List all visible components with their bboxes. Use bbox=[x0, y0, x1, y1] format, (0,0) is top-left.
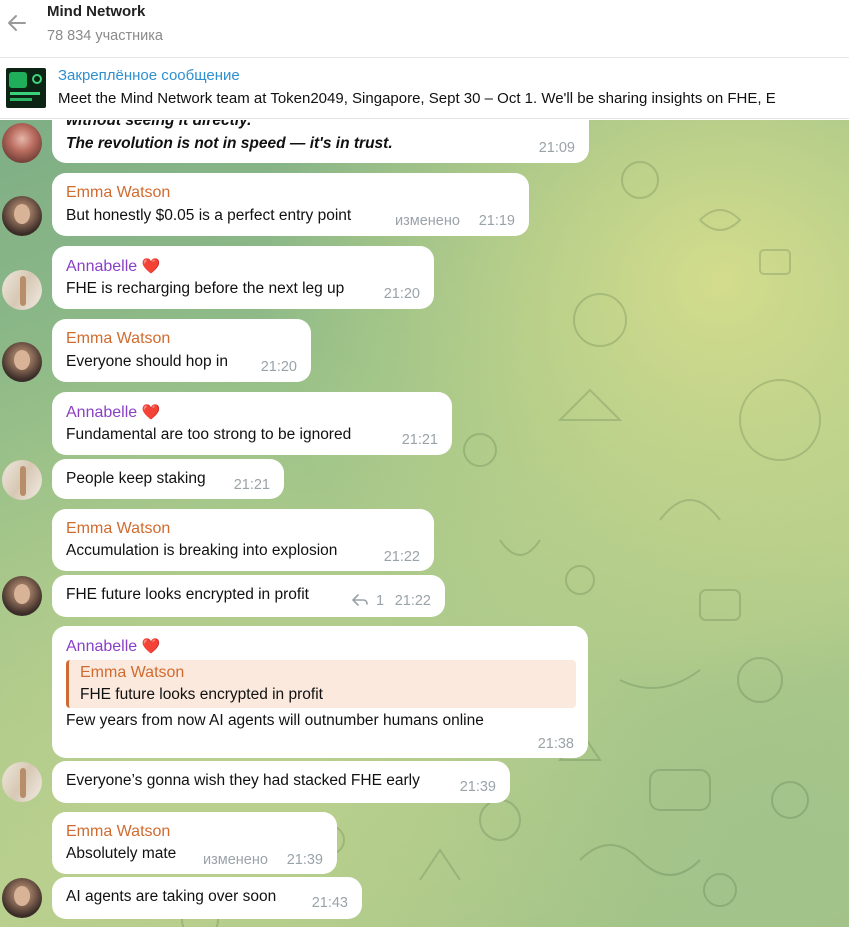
reply-count-value: 1 bbox=[376, 593, 385, 609]
message-time: 21:39 bbox=[286, 852, 323, 868]
edited-label: изменено bbox=[203, 852, 268, 868]
chat-header: Mind Network 78 834 участника bbox=[0, 0, 849, 58]
sender-name[interactable]: Annabelle ❤️ bbox=[66, 257, 160, 276]
reply-count[interactable]: 1 bbox=[352, 593, 384, 609]
reply-icon bbox=[352, 594, 368, 606]
message-text: But honestly $0.05 is a perfect entry po… bbox=[66, 207, 352, 224]
message-bubble[interactable]: Emma Watson Absolutely mate изменено 21:… bbox=[52, 812, 337, 874]
avatar[interactable] bbox=[2, 576, 42, 616]
avatar[interactable] bbox=[2, 270, 42, 310]
message-text: AI agents are taking over soon bbox=[66, 888, 277, 905]
back-button[interactable] bbox=[4, 10, 30, 36]
sender-name[interactable]: Emma Watson bbox=[66, 823, 170, 841]
message-text: People keep staking bbox=[66, 470, 206, 487]
message-text: Everyone should hop in bbox=[66, 353, 229, 370]
message-text: The revolution is not in speed — it's in… bbox=[66, 135, 393, 152]
sender-name-text: Annabelle bbox=[66, 258, 138, 275]
message-bubble[interactable]: without seeing it directly. The revoluti… bbox=[52, 120, 589, 163]
message-text: Absolutely mate bbox=[66, 845, 177, 862]
message-bubble[interactable]: Everyone’s gonna wish they had stacked F… bbox=[52, 761, 510, 803]
pinned-thumbnail bbox=[6, 68, 46, 108]
sender-name-text: Annabelle bbox=[66, 638, 138, 655]
pinned-title: Закреплённое сообщение bbox=[58, 67, 240, 84]
message-bubble[interactable]: Emma Watson But honestly $0.05 is a perf… bbox=[52, 173, 529, 236]
quoted-text: FHE future looks encrypted in profit bbox=[80, 686, 323, 703]
message-text: Fundamental are too strong to be ignored bbox=[66, 426, 352, 443]
message-bubble[interactable]: FHE future looks encrypted in profit 1 2… bbox=[52, 575, 445, 617]
message-text: without seeing it directly. bbox=[66, 120, 252, 129]
message-bubble[interactable]: Annabelle ❤️ Emma Watson FHE future look… bbox=[52, 626, 588, 758]
message-text: Everyone’s gonna wish they had stacked F… bbox=[66, 772, 420, 789]
message-text: FHE future looks encrypted in profit bbox=[66, 586, 309, 603]
pinned-message-bar[interactable]: Закреплённое сообщение Meet the Mind Net… bbox=[0, 59, 849, 119]
member-count: 78 834 участника bbox=[47, 28, 163, 44]
message-time: 21:38 bbox=[537, 736, 574, 752]
quoted-sender: Emma Watson bbox=[80, 664, 185, 681]
heart-icon: ❤️ bbox=[141, 258, 161, 275]
message-text: Accumulation is breaking into explosion bbox=[66, 542, 338, 559]
heart-icon: ❤️ bbox=[141, 638, 161, 655]
message-time: 21:39 bbox=[459, 779, 496, 795]
message-time: 21:21 bbox=[401, 432, 438, 448]
avatar[interactable] bbox=[2, 762, 42, 802]
avatar[interactable] bbox=[2, 878, 42, 918]
message-time: 21:20 bbox=[383, 286, 420, 302]
chat-title[interactable]: Mind Network bbox=[47, 3, 145, 20]
message-time: 21:19 bbox=[478, 213, 515, 229]
message-list[interactable]: without seeing it directly. The revoluti… bbox=[0, 120, 849, 927]
arrow-left-icon bbox=[8, 15, 26, 31]
message-time: 21:21 bbox=[233, 477, 270, 493]
edited-label: изменено bbox=[395, 213, 460, 229]
avatar[interactable] bbox=[2, 123, 42, 163]
sender-name[interactable]: Annabelle ❤️ bbox=[66, 403, 160, 422]
message-text: Few years from now AI agents will outnum… bbox=[66, 712, 484, 729]
sender-name[interactable]: Emma Watson bbox=[66, 330, 170, 348]
message-time: 21:09 bbox=[538, 140, 575, 156]
message-bubble[interactable]: Annabelle ❤️ FHE is recharging before th… bbox=[52, 246, 434, 309]
message-time: 21:22 bbox=[383, 549, 420, 565]
message-time: 21:43 bbox=[311, 895, 348, 911]
sender-name[interactable]: Emma Watson bbox=[66, 184, 170, 202]
sender-name[interactable]: Emma Watson bbox=[66, 520, 170, 538]
avatar[interactable] bbox=[2, 460, 42, 500]
avatar[interactable] bbox=[2, 196, 42, 236]
pinned-text: Meet the Mind Network team at Token2049,… bbox=[58, 90, 776, 107]
avatar[interactable] bbox=[2, 342, 42, 382]
message-time: 21:20 bbox=[260, 359, 297, 375]
message-bubble[interactable]: Annabelle ❤️ Fundamental are too strong … bbox=[52, 392, 452, 455]
sender-name[interactable]: Annabelle ❤️ bbox=[66, 637, 160, 656]
heart-icon: ❤️ bbox=[141, 404, 161, 421]
message-bubble[interactable]: Emma Watson Accumulation is breaking int… bbox=[52, 509, 434, 571]
sender-name-text: Annabelle bbox=[66, 404, 138, 421]
quoted-message[interactable]: Emma Watson FHE future looks encrypted i… bbox=[66, 660, 576, 708]
message-bubble[interactable]: AI agents are taking over soon 21:43 bbox=[52, 877, 362, 919]
message-text: FHE is recharging before the next leg up bbox=[66, 280, 345, 297]
message-time: 21:22 bbox=[394, 593, 431, 609]
message-bubble[interactable]: People keep staking 21:21 bbox=[52, 459, 284, 499]
message-bubble[interactable]: Emma Watson Everyone should hop in 21:20 bbox=[52, 319, 311, 382]
